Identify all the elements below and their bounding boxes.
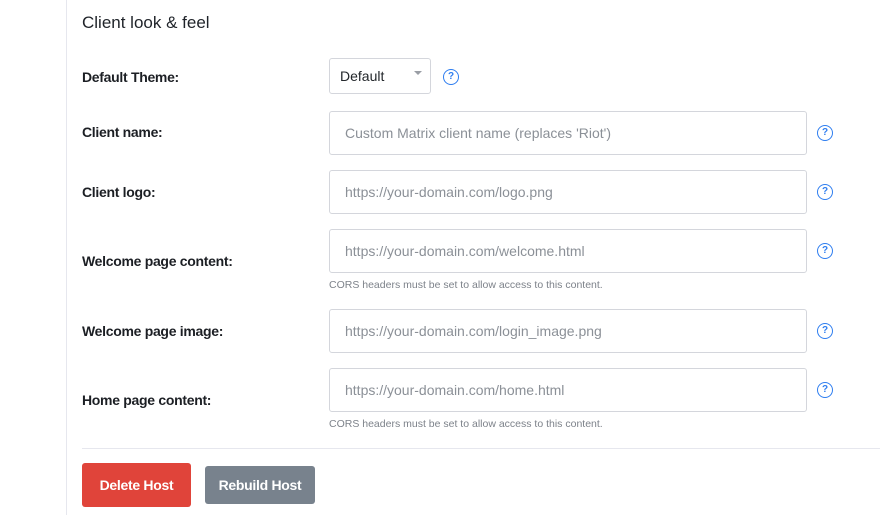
welcome-content-hint: CORS headers must be set to allow access… xyxy=(329,279,603,291)
question-circle-icon[interactable]: ? xyxy=(817,323,833,339)
rebuild-host-button[interactable]: Rebuild Host xyxy=(205,466,315,504)
client-logo-label: Client logo: xyxy=(82,184,156,200)
welcome-content-label: Welcome page content: xyxy=(82,253,233,269)
home-content-label: Home page content: xyxy=(82,392,212,408)
chevron-down-icon xyxy=(414,71,422,75)
client-look-feel-section: Client look & feel Default Theme: Defaul… xyxy=(82,0,880,515)
section-divider xyxy=(82,448,880,449)
section-title: Client look & feel xyxy=(82,13,210,32)
question-circle-icon[interactable]: ? xyxy=(817,243,833,259)
question-circle-icon[interactable]: ? xyxy=(817,125,833,141)
client-name-input[interactable] xyxy=(329,111,807,155)
default-theme-label: Default Theme: xyxy=(82,69,179,85)
welcome-image-label: Welcome page image: xyxy=(82,323,224,339)
client-name-label: Client name: xyxy=(82,124,163,140)
default-theme-selected-value: Default xyxy=(340,68,385,84)
question-circle-icon[interactable]: ? xyxy=(817,184,833,200)
client-logo-input[interactable] xyxy=(329,170,807,214)
home-content-input[interactable] xyxy=(329,368,807,412)
welcome-content-input[interactable] xyxy=(329,229,807,273)
question-circle-icon[interactable]: ? xyxy=(817,382,833,398)
delete-host-button[interactable]: Delete Host xyxy=(82,463,191,507)
home-content-hint: CORS headers must be set to allow access… xyxy=(329,418,603,430)
left-rail xyxy=(0,0,67,515)
question-circle-icon[interactable]: ? xyxy=(443,69,459,85)
default-theme-select[interactable]: Default xyxy=(329,58,431,94)
welcome-image-input[interactable] xyxy=(329,309,807,353)
